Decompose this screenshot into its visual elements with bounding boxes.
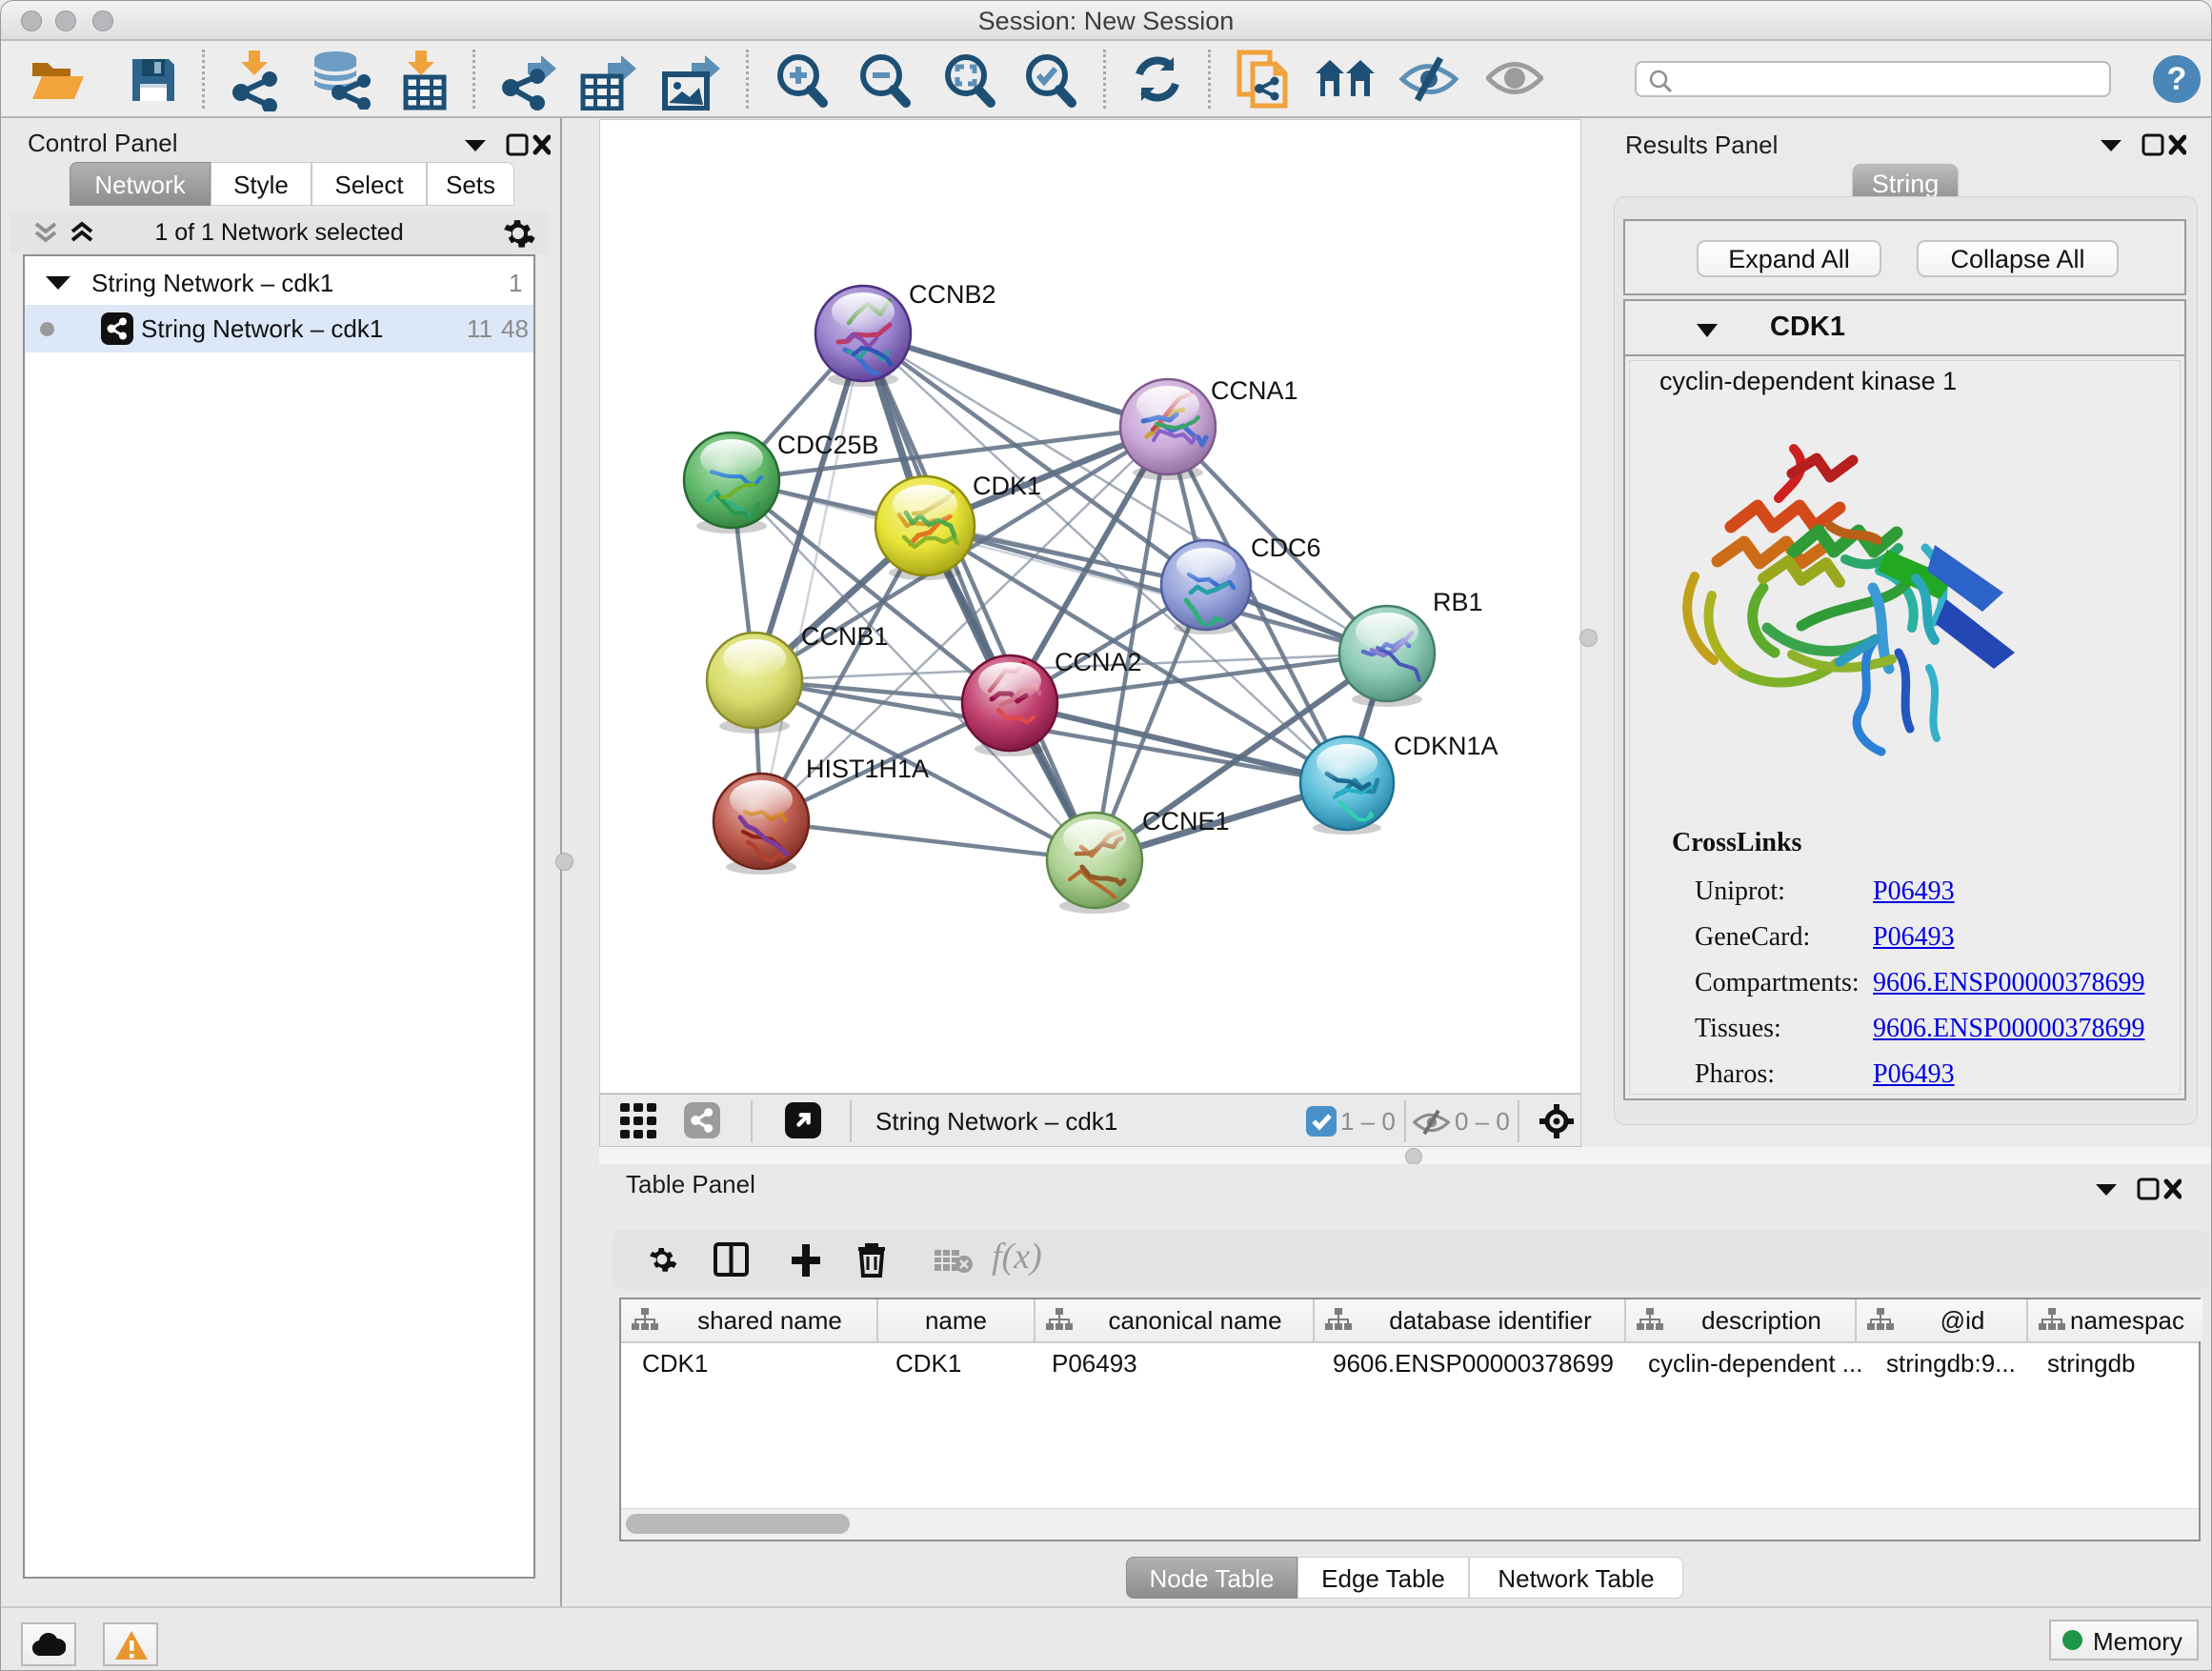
svg-text:CCNB1: CCNB1 [801, 622, 889, 651]
svg-text:CDKN1A: CDKN1A [1394, 732, 1498, 760]
svg-text:CCNA1: CCNA1 [1211, 376, 1298, 405]
svg-text:CDC25B: CDC25B [777, 431, 879, 459]
svg-text:CCNA2: CCNA2 [1055, 648, 1142, 676]
svg-text:CDC6: CDC6 [1251, 534, 1321, 562]
svg-text:HIST1H1A: HIST1H1A [806, 755, 929, 783]
svg-text:CCNE1: CCNE1 [1142, 807, 1230, 836]
svg-text:CCNB2: CCNB2 [909, 280, 996, 309]
svg-text:RB1: RB1 [1433, 588, 1483, 616]
svg-text:CDK1: CDK1 [973, 472, 1041, 500]
